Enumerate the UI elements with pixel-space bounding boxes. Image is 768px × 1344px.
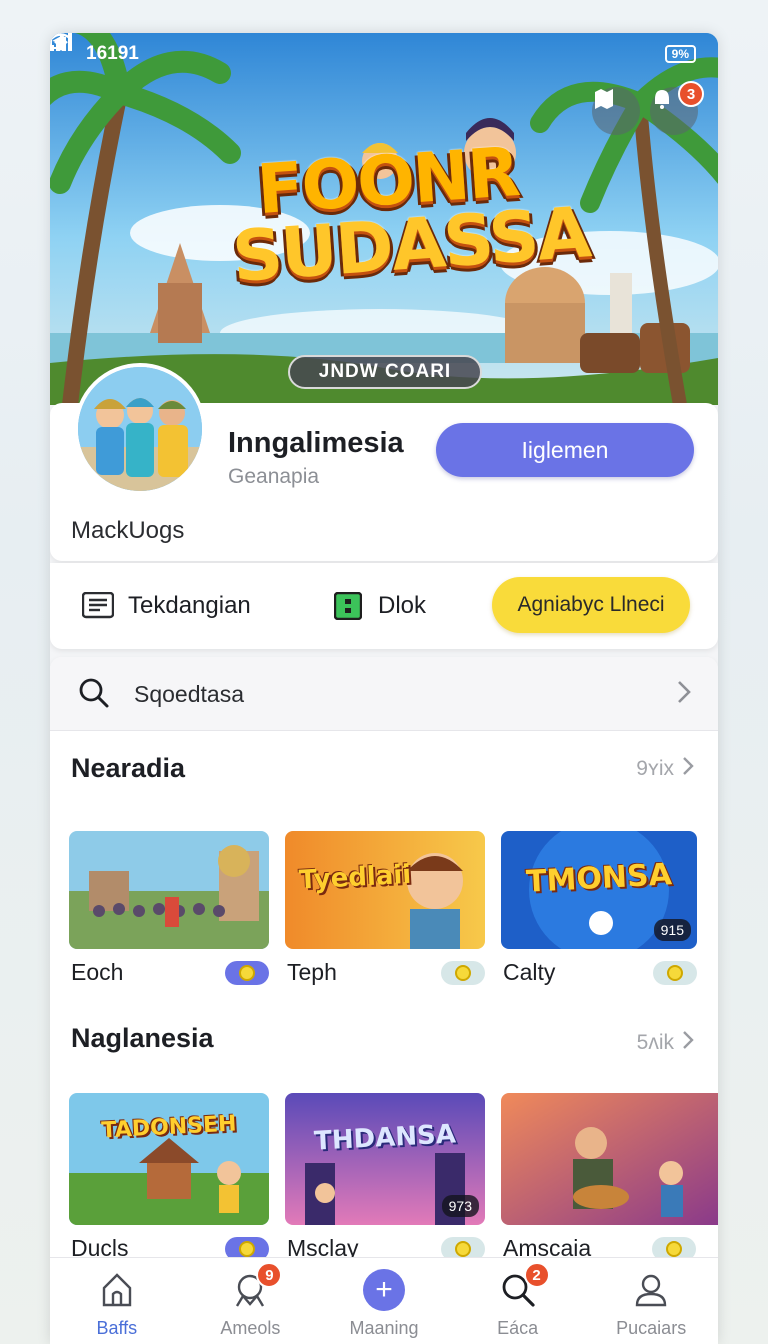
game-logo: FOONR SUDASSA bbox=[226, 133, 592, 298]
coin-icon bbox=[455, 1241, 471, 1257]
game-card[interactable]: Eoch bbox=[69, 831, 269, 985]
coin-icon bbox=[666, 1241, 682, 1257]
game-card-title: Calty bbox=[503, 959, 556, 985]
section-title-1: Nearadia bbox=[71, 753, 186, 783]
action-tekdangian[interactable]: Tekdangian bbox=[82, 563, 251, 649]
nav-badge: 9 bbox=[256, 1262, 283, 1288]
coin-icon bbox=[455, 965, 471, 981]
game-card[interactable]: THDANSA 973 Msclay bbox=[285, 1093, 485, 1261]
status-bar: 16191 9% bbox=[50, 33, 718, 75]
section-more-2[interactable]: 5ʌik bbox=[637, 1029, 694, 1057]
nav-item-baffs[interactable]: Baffs bbox=[50, 1258, 184, 1344]
search-input[interactable]: Sqoedtasa bbox=[134, 681, 244, 708]
profile-subtitle: Geanapia bbox=[228, 465, 320, 488]
coin-pill bbox=[653, 961, 697, 985]
game-logo-line2: SUDASSA bbox=[229, 190, 592, 298]
app-screen: 16191 9% 3 FOONR SUDASSA JNDW COARI Inng… bbox=[50, 33, 718, 1344]
battery-indicator: 9% bbox=[664, 45, 696, 63]
game-card[interactable]: Tyedlaii Teph bbox=[285, 831, 485, 985]
plus-icon: + bbox=[362, 1268, 406, 1312]
game-card[interactable]: TADONSEH Ducls bbox=[69, 1093, 269, 1261]
nav-label: Pucaiars bbox=[616, 1318, 687, 1338]
nav-item-pucaiars[interactable]: Pucaiars bbox=[584, 1258, 718, 1344]
primary-action-button[interactable]: Iiglemen bbox=[436, 423, 694, 477]
coin-icon bbox=[239, 1241, 255, 1257]
content-panel: Sqoedtasa Nearadia 9ʏix Eoch Tyedlaii Te… bbox=[50, 657, 718, 1261]
nav-label: Eáca bbox=[497, 1318, 539, 1338]
bottom-nav: Baffs 9 Ameols + Maaning 2 Eáca Pucaiars bbox=[50, 1257, 718, 1344]
coin-pill bbox=[441, 961, 485, 985]
status-time: 16191 bbox=[86, 43, 139, 64]
nav-label: Ameols bbox=[220, 1318, 281, 1338]
notifications-button[interactable]: 3 bbox=[650, 81, 704, 135]
game-count-badge: 973 bbox=[441, 1195, 479, 1217]
chevron-right-icon bbox=[682, 755, 694, 783]
nav-item-maaning[interactable]: + Maaning bbox=[317, 1258, 451, 1344]
game-count-badge: 915 bbox=[653, 919, 691, 941]
section-more-1-label: 9ʏix bbox=[636, 757, 674, 780]
coin-icon bbox=[239, 965, 255, 981]
section-more-2-label: 5ʌik bbox=[636, 1031, 674, 1054]
game-thumbnail bbox=[69, 831, 269, 949]
coin-pill bbox=[225, 961, 269, 985]
nav-item-ameols[interactable]: 9 Ameols bbox=[184, 1258, 318, 1344]
section-title-2: Naglanesia bbox=[71, 1023, 214, 1053]
home-icon bbox=[95, 1268, 139, 1312]
notification-badge: 3 bbox=[678, 81, 704, 107]
game-thumbnail: THDANSA 973 bbox=[285, 1093, 485, 1225]
action-tekdangian-label: Tekdangian bbox=[128, 592, 251, 619]
profile-card: Inngalimesia Geanapia Iiglemen MackUogs bbox=[50, 363, 718, 561]
game-card[interactable]: Amscaia bbox=[501, 1093, 718, 1261]
action-dlok[interactable]: Dlok bbox=[332, 563, 426, 649]
map-button[interactable] bbox=[592, 87, 640, 135]
game-card-title: Teph bbox=[287, 959, 337, 985]
search-icon bbox=[78, 677, 110, 714]
nav-badge: 2 bbox=[523, 1262, 550, 1288]
coin-icon bbox=[667, 965, 683, 981]
list-icon bbox=[82, 590, 114, 622]
trophy-icon: 9 bbox=[228, 1262, 283, 1312]
nav-label: Baffs bbox=[96, 1318, 138, 1338]
game-card-title: Eoch bbox=[71, 959, 124, 985]
hero-pill-button[interactable]: JNDW COARI bbox=[288, 355, 482, 389]
game-thumbnail: TMONSA 915 bbox=[501, 831, 697, 949]
game-thumbnail bbox=[501, 1093, 718, 1225]
square-app-icon bbox=[332, 590, 364, 622]
game-thumbnail: TADONSEH bbox=[69, 1093, 269, 1225]
search-row[interactable]: Sqoedtasa bbox=[50, 657, 718, 731]
avatar[interactable] bbox=[74, 363, 206, 495]
chevron-right-icon bbox=[682, 1029, 694, 1057]
profile-name: Inngalimesia bbox=[228, 427, 404, 459]
game-thumbnail: Tyedlaii bbox=[285, 831, 485, 949]
yellow-action-button[interactable]: Agniabyc Llneci bbox=[492, 577, 690, 633]
nav-label: Maaning bbox=[349, 1318, 419, 1338]
user-icon bbox=[629, 1268, 673, 1312]
search-icon: 2 bbox=[496, 1262, 550, 1312]
chevron-right-icon bbox=[676, 679, 692, 712]
profile-tag: MackUogs bbox=[71, 517, 185, 544]
section-more-1[interactable]: 9ʏix bbox=[636, 755, 694, 783]
nav-item-eaca[interactable]: 2 Eáca bbox=[451, 1258, 585, 1344]
action-dlok-label: Dlok bbox=[378, 592, 427, 619]
hero-banner: 16191 9% 3 FOONR SUDASSA JNDW COARI bbox=[50, 33, 718, 405]
actions-row: Tekdangian Dlok Agniabyc Llneci bbox=[50, 563, 718, 649]
game-card[interactable]: TMONSA 915 Calty bbox=[501, 831, 697, 985]
